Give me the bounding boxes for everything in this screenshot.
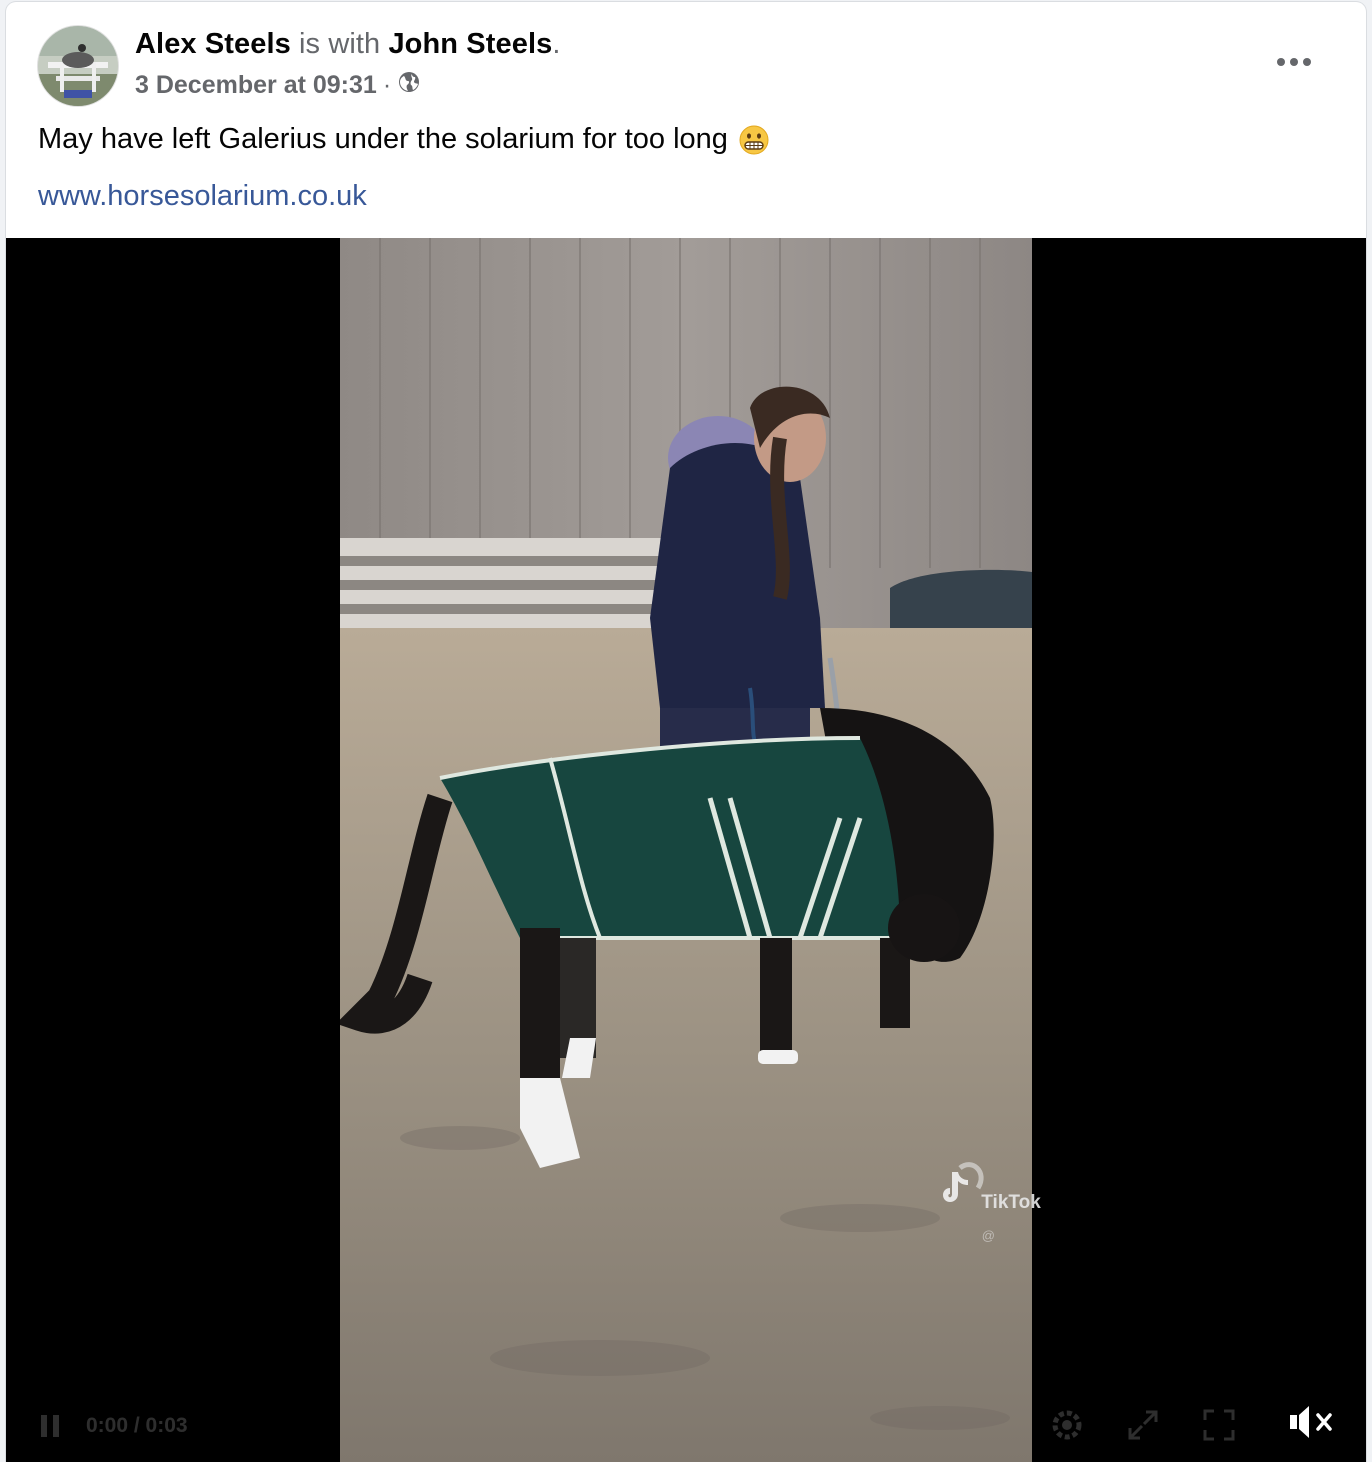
tiktok-logo-icon [943, 1172, 968, 1202]
post-message: May have left Galerius under the solariu… [38, 123, 770, 156]
meta-separator: · [382, 71, 392, 99]
avatar-photo [38, 26, 118, 106]
post-message-text: May have left Galerius under the solariu… [38, 123, 728, 155]
post-link[interactable]: www.horsesolarium.co.uk [38, 180, 367, 213]
tiktok-label: TikTok [981, 1192, 1041, 1213]
post-meta: 3 December at 09:31 · [135, 70, 421, 101]
pause-button[interactable] [36, 1412, 64, 1440]
author-name[interactable]: Alex Steels [135, 28, 291, 60]
video-controls: 0:00 / 0:03 [6, 1382, 1366, 1462]
speaker-muted-icon [1290, 1406, 1332, 1438]
video-player[interactable]: TikTok @ 0:00 / 0:03 [6, 238, 1366, 1462]
expand-button[interactable] [1126, 1408, 1160, 1442]
avatar[interactable] [38, 26, 118, 106]
video-frame[interactable] [340, 238, 1032, 1462]
with-text: is with [290, 28, 389, 60]
post-header: Alex Steels is with John Steels. 3 Decem… [6, 2, 1366, 238]
video-still [340, 238, 1032, 1462]
globe-icon[interactable] [397, 70, 421, 101]
post-card: Alex Steels is with John Steels. 3 Decem… [6, 2, 1366, 1462]
ellipsis-icon [1277, 58, 1311, 66]
period-text: . [552, 28, 561, 60]
settings-button[interactable] [1050, 1408, 1084, 1442]
author-line: Alex Steels is with John Steels. [135, 28, 561, 61]
fullscreen-button[interactable] [1202, 1408, 1236, 1442]
grimacing-face-emoji [738, 124, 770, 156]
post-timestamp[interactable]: 3 December at 09:31 [135, 71, 377, 100]
expand-icon [1128, 1410, 1158, 1440]
gear-icon [1052, 1410, 1082, 1440]
video-time: 0:00 / 0:03 [86, 1414, 188, 1437]
pause-icon [41, 1415, 59, 1437]
more-options-button[interactable] [1264, 40, 1324, 84]
mute-button[interactable] [1288, 1400, 1336, 1444]
fullscreen-icon [1203, 1409, 1235, 1441]
tiktok-watermark: TikTok @ [936, 1168, 1041, 1243]
tiktok-handle: @ [981, 1228, 995, 1243]
tagged-name[interactable]: John Steels [388, 28, 552, 60]
